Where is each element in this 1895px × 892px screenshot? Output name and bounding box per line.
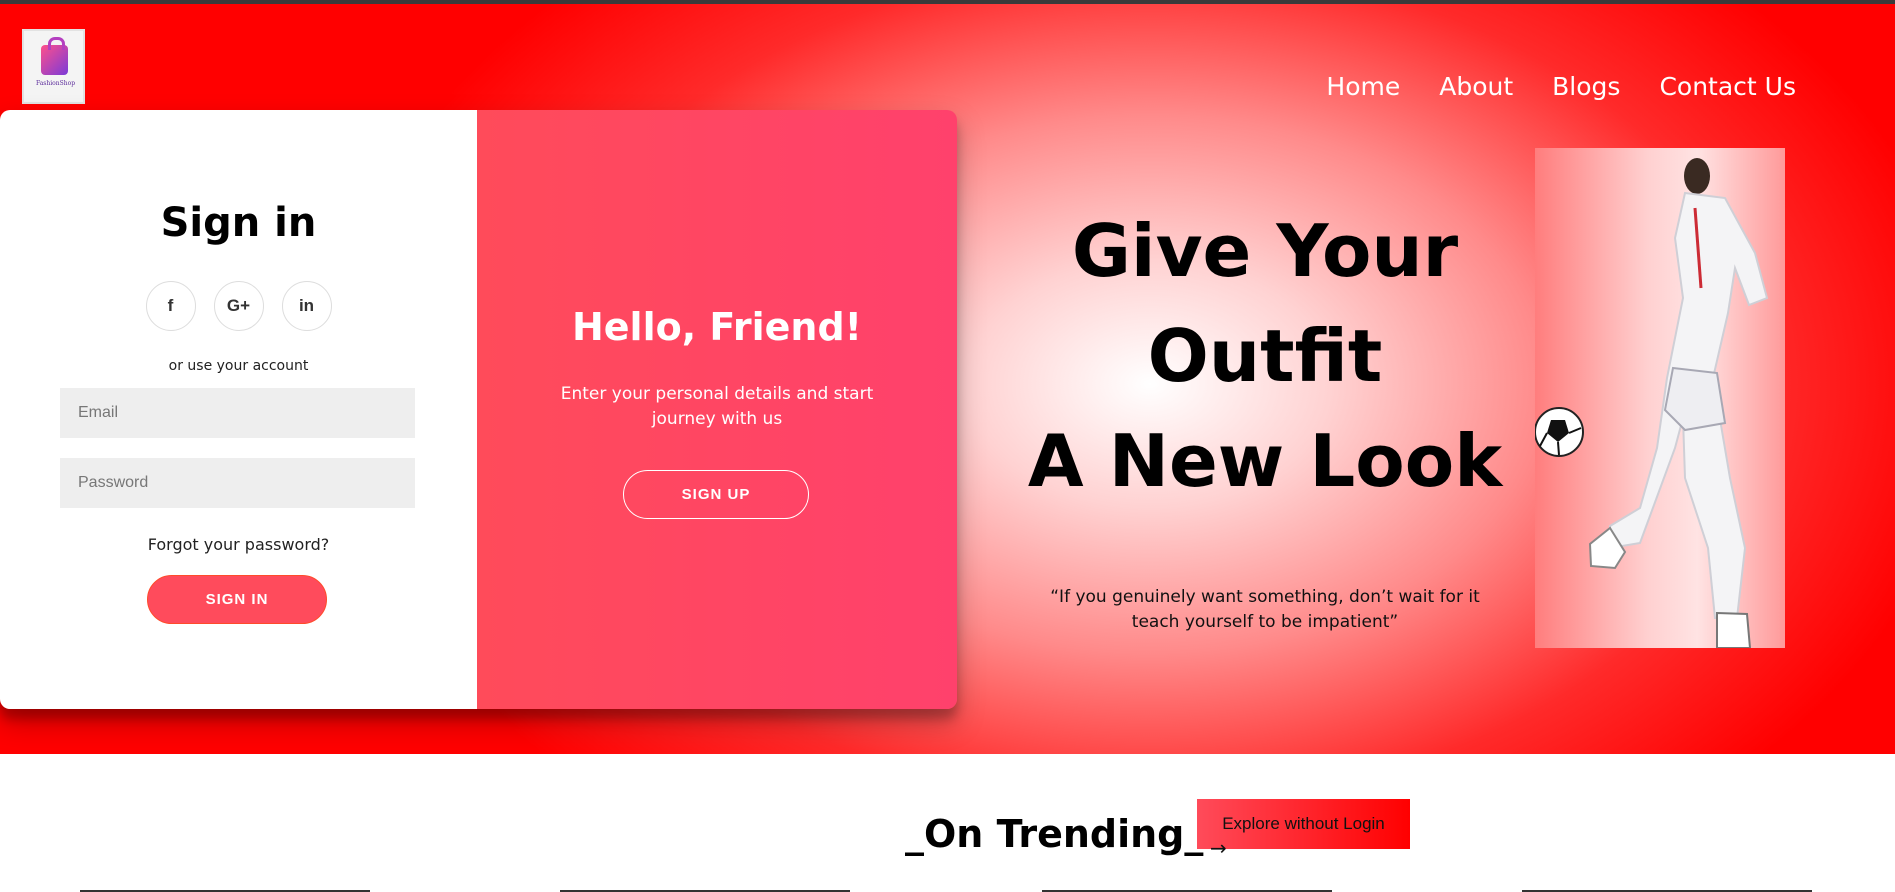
hero-quote: “If you genuinely want something, don’t … [1050,587,1480,632]
social-buttons: f G+ in [0,281,477,331]
signin-panel: Sign in f G+ in or use your account Forg… [0,110,477,709]
arrow-right-icon: → [1210,836,1227,860]
signin-button[interactable]: SIGN IN [147,575,327,624]
logo-text: FashionShop [35,80,76,87]
site-logo[interactable]: FashionShop [22,29,85,104]
nav-contact-us[interactable]: Contact Us [1659,72,1796,101]
explore-without-login-button[interactable]: Explore without Login [1197,799,1410,849]
google-plus-icon[interactable]: G+ [213,281,264,331]
alt-signin-text: or use your account [168,358,309,374]
hero-section: FashionShop Home About Blogs Contact Us … [0,4,1895,754]
nav-home[interactable]: Home [1326,72,1400,101]
nav-about[interactable]: About [1439,72,1513,101]
nav-blogs[interactable]: Blogs [1552,72,1620,101]
trending-title: _On Trending_ [905,812,1204,856]
linkedin-icon[interactable]: in [281,281,332,331]
forgot-password-link[interactable]: Forgot your password? [0,535,477,554]
overlay-text: Enter your personal details and start jo… [560,384,874,429]
hero-headline: Give Your Outfit A New Look [1000,199,1530,514]
shopping-bag-icon [41,37,68,75]
email-field[interactable] [60,388,415,438]
signup-button[interactable]: SIGN UP [623,470,809,519]
auth-card: Sign in f G+ in or use your account Forg… [0,110,957,709]
headline-line-1: Give Your [1071,209,1459,293]
main-nav: Home About Blogs Contact Us [1326,72,1796,101]
player-illustration [1534,158,1769,649]
password-field[interactable] [60,458,415,508]
overlay-title: Hello, Friend! [571,305,863,349]
football-player-image [1534,148,1785,649]
headline-line-2: Outfit [1147,314,1383,398]
headline-line-3: A New Look [1027,419,1503,503]
signin-title: Sign in [160,200,317,246]
facebook-icon[interactable]: f [145,281,196,331]
signup-overlay-panel: Hello, Friend! Enter your personal detai… [477,110,957,709]
